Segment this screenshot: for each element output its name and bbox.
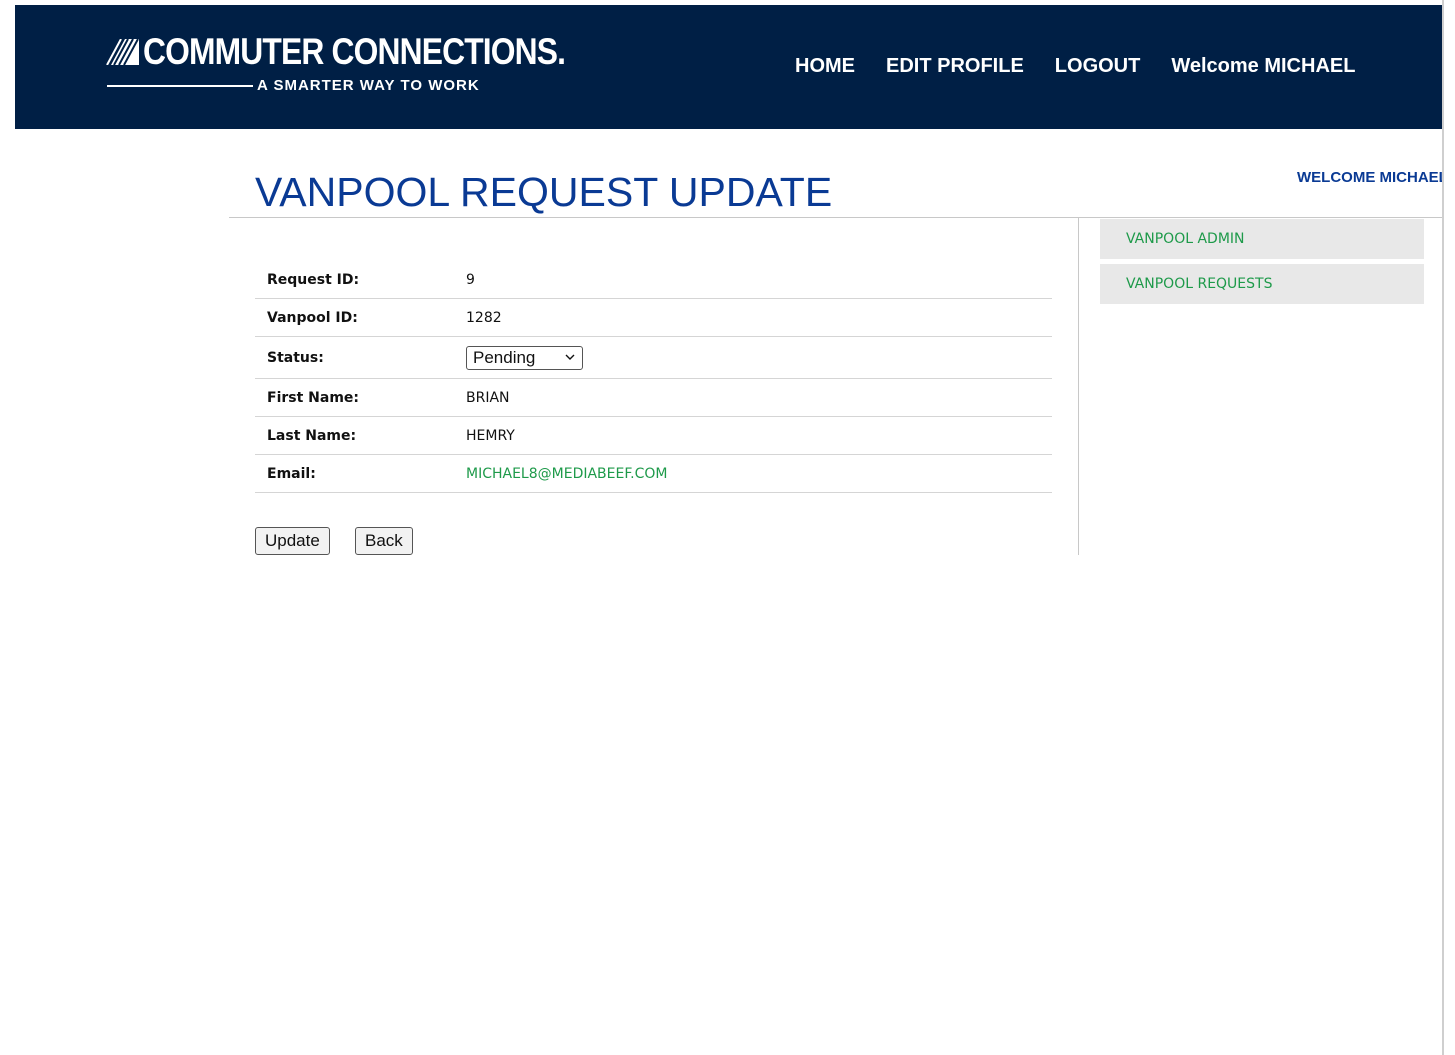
first-name-value: BRIAN — [466, 389, 510, 406]
update-button[interactable]: Update — [255, 527, 330, 555]
status-label: Status: — [267, 349, 324, 366]
table-row: Vanpool ID: 1282 — [255, 299, 1052, 337]
nav-home[interactable]: HOME — [795, 55, 855, 78]
request-id-value: 9 — [466, 271, 475, 288]
title-divider — [229, 217, 1442, 218]
table-row: Request ID: 9 — [255, 261, 1052, 299]
email-label: Email: — [267, 465, 316, 482]
table-row: First Name: BRIAN — [255, 379, 1052, 417]
page-frame: COMMUTER CONNECTIONS. A SMARTER WAY TO W… — [15, 5, 1448, 1055]
sidebar-item-vanpool-requests[interactable]: VANPOOL REQUESTS — [1100, 264, 1424, 304]
logo-title: COMMUTER CONNECTIONS. — [143, 31, 566, 72]
first-name-label: First Name: — [267, 389, 360, 406]
nav-welcome-user[interactable]: Welcome MICHAEL — [1171, 55, 1355, 78]
commuter-connections-logo[interactable]: COMMUTER CONNECTIONS. A SMARTER WAY TO W… — [105, 31, 566, 105]
nav-edit-profile[interactable]: EDIT PROFILE — [886, 55, 1024, 78]
table-row: Status: Pending — [255, 337, 1052, 379]
chevron-down-icon — [565, 354, 575, 360]
request-detail-table: Request ID: 9 Vanpool ID: 1282 Status: P… — [255, 261, 1052, 493]
vanpool-id-value: 1282 — [466, 309, 502, 326]
status-selected-value: Pending — [473, 347, 536, 367]
page-title: VANPOOL REQUEST UPDATE — [255, 169, 833, 215]
last-name-label: Last Name: — [267, 427, 357, 444]
logo-rule — [107, 85, 253, 87]
last-name-value: HEMRY — [466, 427, 515, 444]
nav-logout[interactable]: LOGOUT — [1055, 55, 1141, 78]
sidebar-divider — [1078, 218, 1079, 555]
request-id-label: Request ID: — [267, 271, 360, 288]
logo-tagline: A SMARTER WAY TO WORK — [257, 77, 480, 94]
status-select[interactable]: Pending — [466, 345, 583, 370]
logo-lines-icon — [106, 39, 139, 65]
email-link[interactable]: MICHAEL8@MEDIABEEF.COM — [466, 466, 667, 482]
sidebar-item-vanpool-admin[interactable]: VANPOOL ADMIN — [1100, 219, 1424, 259]
vanpool-id-label: Vanpool ID: — [267, 309, 358, 326]
table-row: Last Name: HEMRY — [255, 417, 1052, 455]
scrollbar-track[interactable] — [1442, 0, 1455, 1055]
back-button[interactable]: Back — [355, 527, 413, 555]
table-row: Email: MICHAEL8@MEDIABEEF.COM — [255, 455, 1052, 493]
site-header: COMMUTER CONNECTIONS. A SMARTER WAY TO W… — [15, 5, 1442, 129]
main-nav: HOME EDIT PROFILE LOGOUT Welcome MICHAEL — [795, 55, 1355, 78]
welcome-user-label: WELCOME MICHAEL — [1297, 169, 1448, 186]
